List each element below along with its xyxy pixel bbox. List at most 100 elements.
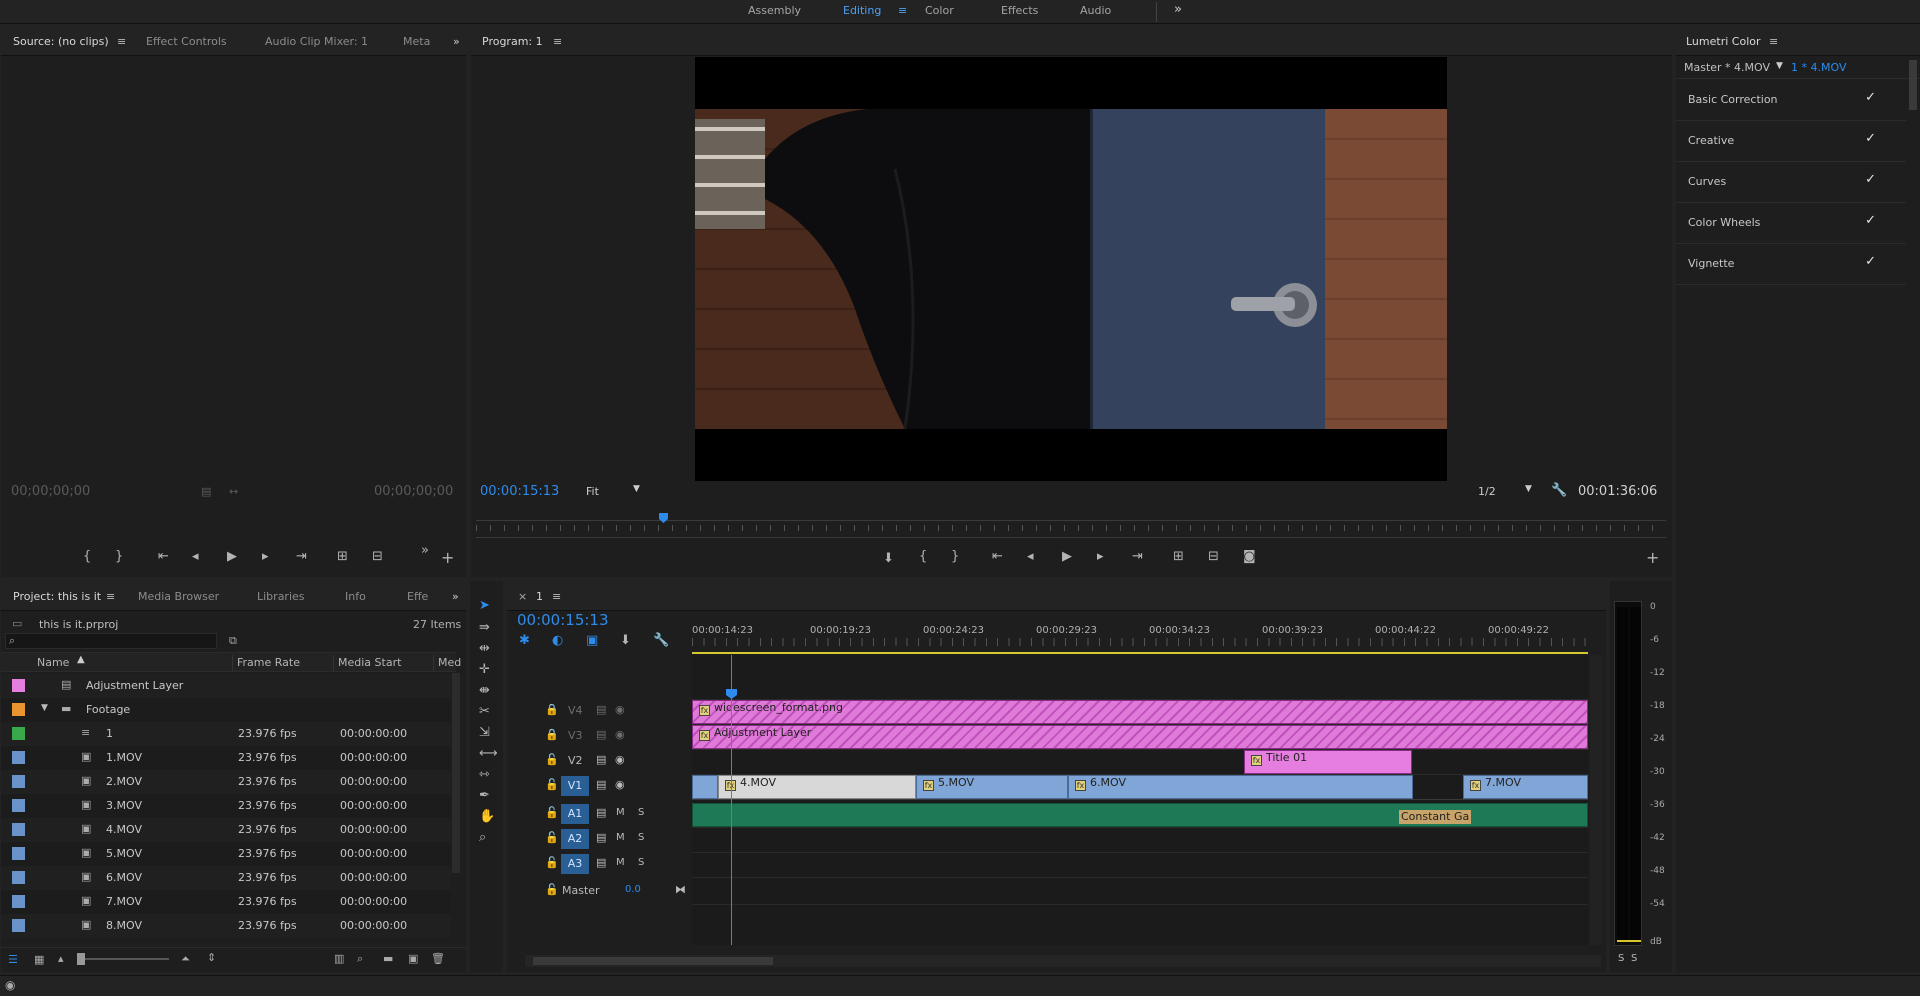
workspace-effects[interactable]: Effects	[1001, 4, 1038, 17]
scrollbar-thumb[interactable]	[533, 957, 773, 965]
dropdown-arrow-icon[interactable]: ▼	[1776, 61, 1783, 71]
label-color-swatch[interactable]	[12, 847, 25, 860]
panel-menu-icon[interactable]: ≡	[106, 590, 115, 603]
master-clip-label[interactable]: Master * 4.MOV	[1684, 61, 1770, 74]
timeline-vertical-scrollbar[interactable]	[1590, 655, 1602, 945]
go-to-out-icon[interactable]: ⇥	[1132, 550, 1143, 564]
section-color-wheels[interactable]: Color Wheels ✓	[1676, 203, 1906, 244]
pen-tool-icon[interactable]: ✒	[479, 789, 490, 803]
sync-lock-icon[interactable]: ▤	[596, 778, 606, 791]
tab-effect-controls[interactable]: Effect Controls	[146, 35, 227, 48]
close-tab-icon[interactable]: ×	[518, 590, 527, 603]
track-select-forward-icon[interactable]: ⇛	[479, 621, 490, 635]
section-basic-correction[interactable]: Basic Correction ✓	[1676, 80, 1906, 121]
section-vignette[interactable]: Vignette ✓	[1676, 244, 1906, 285]
label-color-swatch[interactable]	[12, 871, 25, 884]
workspace-overflow-icon[interactable]: »	[1174, 2, 1182, 17]
track-target-a2[interactable]: A2	[561, 829, 589, 849]
background-render-icon[interactable]: ◉	[5, 978, 15, 992]
zoom-tool-icon[interactable]: ⌕	[479, 831, 486, 845]
workspace-menu-icon[interactable]: ≡	[898, 4, 907, 17]
clip-5-mov[interactable]: fx 5.MOV	[916, 775, 1068, 799]
work-area-bar[interactable]	[692, 652, 1588, 654]
timeline-playhead-timecode[interactable]: 00:00:15:13	[517, 611, 609, 629]
wrench-icon[interactable]: 🔧	[1551, 483, 1567, 498]
zoom-slider[interactable]	[77, 958, 169, 960]
sort-order-icon[interactable]: ⇕	[207, 951, 216, 964]
project-row[interactable]: ▣ 1.MOV 23.976 fps 00:00:00:00	[1, 746, 451, 770]
clip-previous[interactable]	[692, 775, 718, 799]
sequence-clip-label[interactable]: 1 * 4.MOV	[1791, 61, 1846, 74]
lock-icon[interactable]: 🔓	[545, 806, 559, 819]
play-icon[interactable]: ▶	[227, 550, 237, 564]
project-search-input[interactable]: ⌕	[5, 633, 217, 649]
go-to-out-icon[interactable]: ⇥	[296, 550, 307, 564]
disclosure-triangle-icon[interactable]: ▼	[41, 703, 48, 713]
mute-button[interactable]: M	[616, 857, 625, 868]
label-color-swatch[interactable]	[12, 703, 25, 716]
transition-constant-gain[interactable]: Constant Ga	[1399, 810, 1472, 824]
add-marker-icon[interactable]: ⬇	[883, 552, 894, 566]
section-creative[interactable]: Creative ✓	[1676, 121, 1906, 162]
slide-tool-icon[interactable]: ⇿	[479, 768, 490, 782]
export-frame-icon[interactable]: ◙	[1243, 550, 1256, 564]
overwrite-clip-icon[interactable]: ⊟	[372, 550, 383, 564]
tab-metadata[interactable]: Meta	[403, 35, 430, 48]
panel-menu-icon[interactable]: ≡	[552, 590, 561, 603]
mute-button[interactable]: M	[616, 807, 625, 818]
panel-menu-icon[interactable]: ≡	[553, 35, 562, 48]
project-row[interactable]: ▣ 3.MOV 23.976 fps 00:00:00:00	[1, 794, 451, 818]
project-row[interactable]: ▣ 8.MOV 23.976 fps 00:00:00:00	[1, 914, 451, 938]
tab-sequence[interactable]: 1	[536, 590, 543, 603]
add-marker-icon[interactable]: ⬇	[620, 634, 631, 648]
track-select-icon[interactable]: ⇲	[479, 726, 490, 740]
insert-clip-icon[interactable]: ⊞	[337, 550, 348, 564]
insert-overwrite-nest-icon[interactable]: ✱	[519, 634, 530, 648]
zoom-out-icon[interactable]: ▴	[58, 952, 64, 965]
list-view-icon[interactable]: ☰	[8, 953, 18, 966]
razor-tool-icon[interactable]: ✂	[479, 705, 490, 719]
timeline-settings-icon[interactable]: 🔧	[653, 634, 669, 648]
col-frame-rate[interactable]: Frame Rate	[237, 656, 300, 669]
label-color-swatch[interactable]	[12, 823, 25, 836]
mark-out-icon[interactable]: }	[951, 550, 959, 564]
rolling-edit-icon[interactable]: ✛	[479, 663, 490, 677]
ripple-edit-icon[interactable]: ⇹	[479, 642, 490, 656]
solo-button[interactable]: S	[638, 857, 644, 868]
step-forward-icon[interactable]: ▸	[1097, 550, 1104, 564]
eye-icon[interactable]: ◉	[615, 778, 625, 791]
timeline-horizontal-scrollbar[interactable]	[525, 955, 1601, 967]
workspace-editing[interactable]: Editing	[843, 4, 881, 17]
track-target-a3[interactable]: A3	[561, 854, 589, 874]
add-button-icon[interactable]: +	[441, 550, 454, 566]
tab-program[interactable]: Program: 1	[482, 35, 543, 48]
clear-icon[interactable]: 🗑	[431, 952, 445, 965]
new-item-icon[interactable]: ▣	[408, 952, 418, 965]
solo-button[interactable]: S	[638, 832, 644, 843]
project-row[interactable]: ▣ 5.MOV 23.976 fps 00:00:00:00	[1, 842, 451, 866]
workspace-audio[interactable]: Audio	[1080, 4, 1111, 17]
tab-effects[interactable]: Effe	[407, 590, 428, 603]
label-color-swatch[interactable]	[12, 727, 25, 740]
hand-tool-icon[interactable]: ✋	[479, 810, 495, 824]
slip-tool-icon[interactable]: ⟷	[479, 747, 498, 761]
lock-icon[interactable]: 🔓	[545, 778, 559, 791]
eye-icon[interactable]: ◉	[615, 728, 625, 741]
clip-7-mov[interactable]: fx 7.MOV	[1463, 775, 1588, 799]
label-color-swatch[interactable]	[12, 775, 25, 788]
col-name[interactable]: Name	[37, 656, 69, 669]
label-color-swatch[interactable]	[12, 751, 25, 764]
tab-media-browser[interactable]: Media Browser	[138, 590, 219, 603]
lock-icon[interactable]: 🔒	[545, 703, 559, 716]
video-frame[interactable]	[695, 57, 1447, 481]
panel-menu-icon[interactable]: ≡	[1769, 35, 1778, 48]
eye-icon[interactable]: ◉	[615, 753, 625, 766]
eye-icon[interactable]: ◉	[615, 703, 625, 716]
tab-project[interactable]: Project: this is it	[13, 590, 101, 603]
panel-menu-icon[interactable]: ≡	[117, 35, 126, 48]
label-color-swatch[interactable]	[12, 799, 25, 812]
enabled-check-icon[interactable]: ✓	[1865, 131, 1876, 146]
step-back-icon[interactable]: ◂	[1027, 550, 1034, 564]
tabs-overflow-icon[interactable]: »	[453, 35, 460, 48]
col-media-start[interactable]: Media Start	[338, 656, 401, 669]
